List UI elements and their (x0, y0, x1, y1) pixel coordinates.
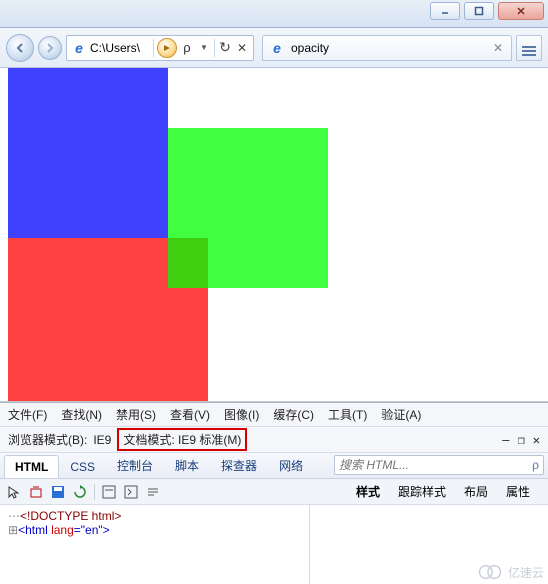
toolbar-menu-button[interactable] (516, 35, 542, 61)
devtab-console[interactable]: 控制台 (106, 452, 164, 478)
nav-back-button[interactable] (6, 34, 34, 62)
separator (94, 484, 95, 500)
menu-file[interactable]: 文件(F) (8, 406, 47, 423)
ie-logo-icon: e (71, 40, 87, 56)
menu-tools[interactable]: 工具(T) (328, 406, 367, 423)
compat-view-icon[interactable] (157, 38, 177, 58)
devtools-search-box: ρ (334, 455, 544, 475)
refresh-tree-icon[interactable] (72, 484, 88, 500)
tree-expand-icon[interactable]: ⋯ (8, 509, 20, 523)
window-maximize-button[interactable] (464, 2, 494, 20)
edit-icon[interactable] (101, 484, 117, 500)
devtools-panel: 文件(F) 查找(N) 禁用(S) 查看(V) 图像(I) 缓存(C) 工具(T… (0, 402, 548, 584)
sidetab-layout[interactable]: 布局 (464, 483, 488, 500)
wrap-icon[interactable] (145, 484, 161, 500)
devtools-search-input[interactable] (339, 458, 532, 472)
menu-disable[interactable]: 禁用(S) (116, 406, 156, 423)
devtab-network[interactable]: 网络 (268, 452, 314, 478)
dom-tree[interactable]: ⋯<!DOCTYPE html> ⊞<html lang="en"> (0, 505, 310, 584)
sidetab-styles[interactable]: 样式 (356, 483, 380, 500)
window-minimize-button[interactable] (430, 2, 460, 20)
browser-mode-label: 浏览器模式(B): (8, 431, 87, 448)
address-input[interactable] (90, 41, 150, 55)
nav-forward-button[interactable] (38, 36, 62, 60)
tab-title: opacity (291, 41, 329, 55)
page-viewport (0, 68, 548, 402)
separator (153, 39, 154, 57)
tree-expand-icon[interactable]: ⊞ (8, 523, 18, 537)
devtab-css[interactable]: CSS (59, 455, 106, 478)
devtools-close-icon[interactable]: ✕ (533, 433, 540, 447)
styles-pane (310, 505, 548, 584)
refresh-icon[interactable]: ↻ (218, 41, 232, 55)
devtab-profiler[interactable]: 探查器 (210, 452, 268, 478)
menu-find[interactable]: 查找(N) (61, 406, 102, 423)
window-close-button[interactable] (498, 2, 544, 20)
demo-square-green (168, 128, 328, 288)
save-icon[interactable] (50, 484, 66, 500)
attributes-icon[interactable] (123, 484, 139, 500)
devtab-script[interactable]: 脚本 (164, 452, 210, 478)
ie-logo-icon: e (269, 40, 285, 56)
search-dropdown-icon[interactable]: ρ (180, 41, 194, 55)
menu-view[interactable]: 查看(V) (170, 406, 210, 423)
stop-icon[interactable]: ✕ (235, 41, 249, 55)
menu-validate[interactable]: 验证(A) (381, 406, 421, 423)
demo-square-blue (8, 68, 168, 238)
tree-doctype: <!DOCTYPE html> (20, 509, 121, 523)
devtools-side-tabs: 样式 跟踪样式 布局 属性 (356, 483, 542, 500)
menu-cache[interactable]: 缓存(C) (273, 406, 314, 423)
devtools-menu-bar: 文件(F) 查找(N) 禁用(S) 查看(V) 图像(I) 缓存(C) 工具(T… (0, 403, 548, 427)
select-element-icon[interactable] (6, 484, 22, 500)
doc-mode-value[interactable]: IE9 标准(M) (178, 433, 241, 447)
address-box: e ρ ▼ ↻ ✕ (66, 35, 254, 61)
clear-icon[interactable] (28, 484, 44, 500)
devtools-unpin-icon[interactable]: ❐ (518, 433, 525, 447)
devtools-window-controls: — ❐ ✕ (502, 433, 540, 447)
menu-images[interactable]: 图像(I) (224, 406, 259, 423)
sidetab-attrs[interactable]: 属性 (506, 483, 530, 500)
search-icon[interactable]: ρ (532, 458, 539, 472)
devtab-html[interactable]: HTML (4, 455, 59, 478)
browser-tab[interactable]: e opacity ✕ (262, 35, 512, 61)
devtools-tab-row: HTML CSS 控制台 脚本 探查器 网络 ρ (0, 453, 548, 479)
devtools-mode-row: 浏览器模式(B): IE9 文档模式: IE9 标准(M) — ❐ ✕ (0, 427, 548, 453)
window-titlebar (0, 0, 548, 28)
doc-mode-label: 文档模式: (123, 433, 174, 447)
chevron-down-icon[interactable]: ▼ (197, 41, 211, 55)
tab-close-icon[interactable]: ✕ (491, 41, 505, 55)
tree-html-tag[interactable]: <html lang="en"> (18, 523, 110, 537)
doc-mode-highlight: 文档模式: IE9 标准(M) (117, 428, 247, 451)
devtools-minimize-icon[interactable]: — (502, 433, 509, 447)
browser-mode-value[interactable]: IE9 (93, 433, 111, 447)
devtools-toolbar: 样式 跟踪样式 布局 属性 (0, 479, 548, 505)
address-bar-row: e ρ ▼ ↻ ✕ e opacity ✕ (0, 28, 548, 68)
devtools-panes: ⋯<!DOCTYPE html> ⊞<html lang="en"> (0, 505, 548, 584)
sidetab-trace[interactable]: 跟踪样式 (398, 483, 446, 500)
separator (214, 39, 215, 57)
